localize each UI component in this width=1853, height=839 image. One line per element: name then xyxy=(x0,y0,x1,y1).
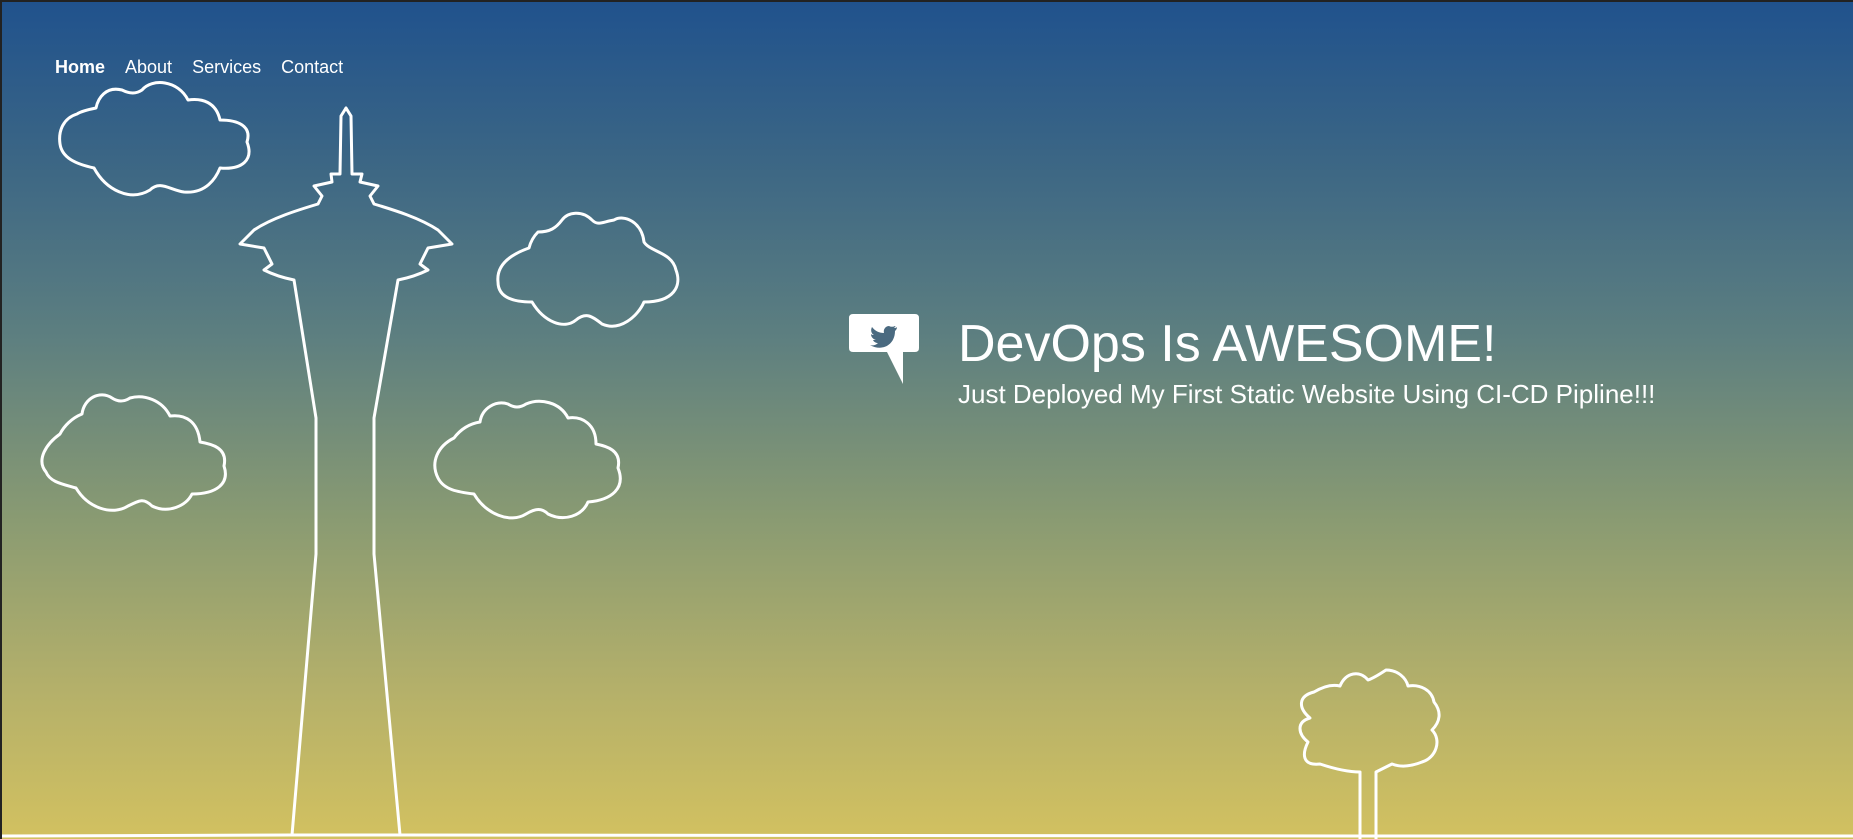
nav-item-contact[interactable]: Contact xyxy=(281,57,343,78)
space-needle-outline xyxy=(238,106,454,837)
cloud-icon xyxy=(58,81,251,197)
cloud-icon xyxy=(496,211,680,328)
main-nav: Home About Services Contact xyxy=(55,57,343,78)
hero-title: DevOps Is AWESOME! xyxy=(958,315,1497,373)
tree-outline xyxy=(1298,668,1441,839)
ground-line xyxy=(2,833,1853,838)
cloud-icon xyxy=(433,399,622,520)
nav-item-home[interactable]: Home xyxy=(55,57,105,78)
nav-item-about[interactable]: About xyxy=(125,57,172,78)
cloud-icon xyxy=(40,393,227,512)
page-background: Home About Services Contact DevOps Is AW… xyxy=(0,0,1853,839)
twitter-bird-speech-bubble-icon xyxy=(849,314,919,384)
hero-subtitle: Just Deployed My First Static Website Us… xyxy=(958,379,1656,409)
skyline-illustration xyxy=(2,81,1853,839)
nav-item-services[interactable]: Services xyxy=(192,57,261,78)
